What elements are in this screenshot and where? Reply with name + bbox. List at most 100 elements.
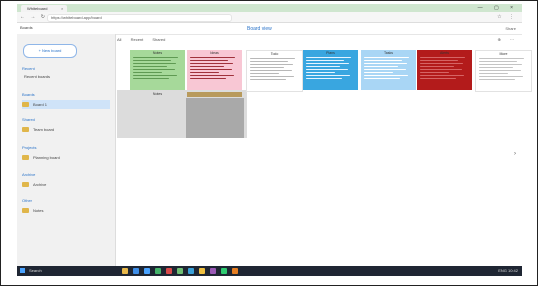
sidebar-item-team[interactable]: Team board (22, 125, 110, 134)
card-text-line (133, 74, 178, 77)
card-text-line (420, 59, 459, 62)
card-body (479, 58, 528, 88)
chevron-right-icon[interactable]: › (514, 151, 516, 157)
card-title: More (499, 52, 508, 56)
card-text-line (250, 72, 280, 75)
placeholder-block (186, 98, 244, 138)
address-bar-row: ← → ↻ https://whiteboard.app/board ☆ ⋮ (17, 12, 522, 23)
page-title: Board view (247, 26, 272, 32)
new-board-button[interactable]: + New board (23, 44, 77, 58)
app-icon-4[interactable] (199, 268, 205, 274)
card-text-line (364, 62, 408, 65)
card-footer-bar (187, 92, 242, 97)
folder-icon (22, 102, 29, 108)
start-icon[interactable] (20, 268, 25, 274)
toolbar-actions[interactable]: ⊕ ⋯ (498, 37, 518, 42)
card-text-line (133, 59, 172, 62)
card-text-line (250, 58, 296, 60)
sidebar-heading-archive: Archive (22, 172, 36, 177)
filter-all[interactable]: All (117, 37, 121, 42)
app-brand[interactable]: Boards (20, 25, 33, 30)
tab-title: Whiteboard (27, 6, 48, 11)
board-area: Notes Ideas Todo Plans Tasks Alerts More… (117, 48, 532, 266)
folder-icon (22, 182, 29, 188)
card-body (250, 58, 299, 88)
card-footer-label: Notes (152, 92, 163, 96)
card-text-line (190, 74, 235, 77)
card-text-line (306, 59, 345, 62)
card-text-line (306, 74, 351, 77)
card-body (190, 57, 239, 87)
sidebar-heading-other: Other (22, 198, 33, 203)
system-tray[interactable]: ENG 10:42 (498, 268, 518, 273)
card-text-line (306, 62, 350, 65)
sidebar-heading-boards: Boards (22, 92, 35, 97)
card-text-line (479, 72, 509, 75)
sidebar-item-planning[interactable]: Planning board (22, 153, 110, 162)
sidebar-item-label: Team board (33, 127, 55, 132)
card-title: Notes (152, 51, 163, 55)
app-icon-6[interactable] (221, 268, 227, 274)
sidebar-heading-shared: Shared (22, 117, 35, 122)
desktop: Whiteboard × — ▢ × ← → ↻ https://whitebo… (17, 4, 532, 276)
board-card[interactable]: Ideas (187, 50, 242, 90)
sidebar-item-recent[interactable]: Recent boards (22, 72, 112, 81)
card-text-line (479, 75, 524, 78)
board-card[interactable]: Tasks (361, 50, 416, 90)
card-title: Plans (326, 51, 335, 55)
card-text-line (479, 69, 521, 72)
sidebar-item-archive[interactable]: Archive (22, 180, 110, 189)
card-text-line (190, 59, 229, 62)
close-icon[interactable]: × (61, 6, 63, 11)
card-text-line (190, 71, 220, 74)
board-card[interactable]: Todo (246, 50, 303, 92)
sidebar-item-board-1[interactable]: Board 1 (22, 100, 110, 109)
window-controls[interactable]: — ▢ × (478, 5, 518, 11)
app-icon-3[interactable] (188, 268, 194, 274)
card-text-line (133, 62, 177, 65)
card-text-line (420, 65, 455, 68)
card-body (133, 57, 182, 87)
board-card[interactable]: Plans (303, 50, 358, 90)
file-explorer-icon[interactable] (122, 268, 128, 274)
filter-recent[interactable]: Recent (131, 37, 144, 42)
sidebar-item-label: Board 1 (33, 102, 48, 107)
share-button[interactable]: Share (505, 26, 516, 31)
card-text-line (364, 57, 410, 59)
card-text-line (364, 68, 406, 71)
card-text-line (306, 57, 352, 59)
mail-icon[interactable] (144, 268, 150, 274)
extension-icons[interactable]: ☆ ⋮ (497, 14, 517, 20)
sidebar-item-label: Archive (33, 182, 47, 187)
card-text-line (306, 68, 348, 71)
sidebar: + New board Recent Recent boards Boards … (17, 34, 116, 266)
folder-icon (22, 155, 29, 161)
filter-shared[interactable]: Shared (152, 37, 165, 42)
browser-icon[interactable] (133, 268, 139, 274)
board-card[interactable]: Notes (130, 50, 185, 90)
card-text-line (133, 77, 170, 80)
card-title: Tasks (384, 51, 393, 55)
card-text-line (420, 57, 466, 59)
card-text-line (420, 71, 450, 74)
sidebar-item-notes[interactable]: Notes (22, 206, 110, 215)
screenshot-frame: Whiteboard × — ▢ × ← → ↻ https://whitebo… (0, 0, 538, 286)
card-text-line (250, 60, 289, 63)
store-icon[interactable] (155, 268, 161, 274)
url-field[interactable]: https://whiteboard.app/board (47, 14, 232, 22)
card-text-line (190, 62, 234, 65)
card-text-line (479, 58, 525, 60)
board-card[interactable]: Alerts (417, 50, 472, 90)
app-icon-5[interactable] (210, 268, 216, 274)
board-card[interactable]: More (475, 50, 532, 92)
app-icon-7[interactable] (232, 268, 238, 274)
browser-tab[interactable]: Whiteboard × (21, 5, 67, 12)
card-text-line (364, 65, 399, 68)
navigation-icons[interactable]: ← → ↻ (20, 14, 47, 20)
taskbar-search[interactable]: Search (20, 268, 42, 274)
app-icon-2[interactable] (177, 268, 183, 274)
card-text-line (364, 59, 403, 62)
app-icon[interactable] (166, 268, 172, 274)
card-body (306, 57, 355, 87)
card-text-line (364, 71, 394, 74)
